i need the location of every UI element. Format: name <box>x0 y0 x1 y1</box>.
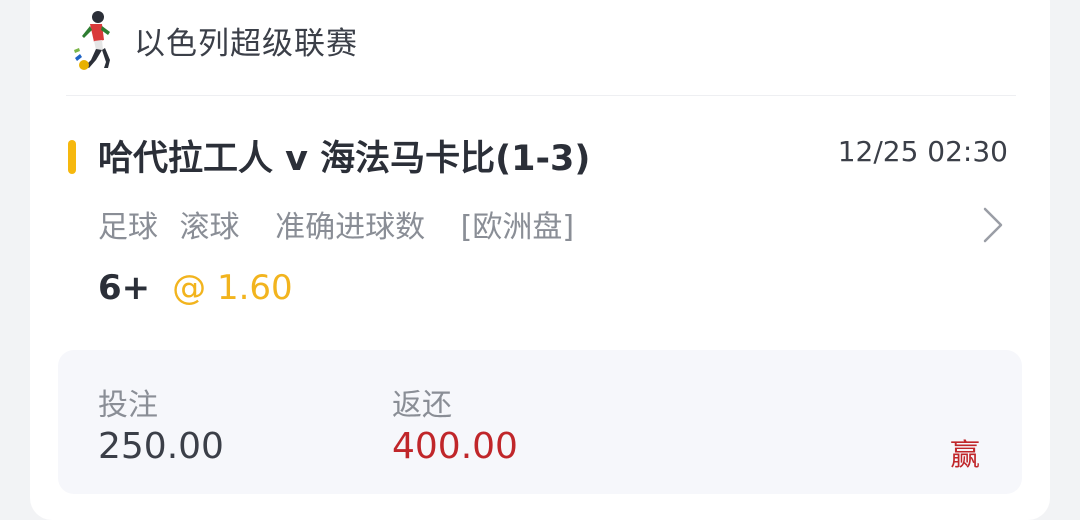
league-header: 以色列超级联赛 <box>72 10 358 70</box>
bet-card[interactable]: 以色列超级联赛 哈代拉工人 v 海法马卡比(1-3) 12/25 02:30 足… <box>30 0 1050 520</box>
stake-value: 250.00 <box>98 426 224 467</box>
market-label: 准确进球数 <box>275 210 426 245</box>
mode-label: 滚球 <box>179 210 240 245</box>
bet-summary: 投注 250.00 返还 400.00 赢 <box>58 350 1022 494</box>
market-line: 足球 滚球 准确进球数 [欧洲盘] <box>98 202 586 246</box>
return-value: 400.00 <box>392 426 518 467</box>
accent-bar <box>68 140 76 174</box>
return-label: 返还 <box>392 388 452 423</box>
selection-row: 6+ @ 1.60 <box>98 268 293 308</box>
match-time: 12/25 02:30 <box>837 135 1008 168</box>
sport-label: 足球 <box>98 210 158 245</box>
league-name: 以色列超级联赛 <box>134 25 358 62</box>
odds: @ 1.60 <box>172 268 293 308</box>
chevron-right-icon[interactable] <box>982 206 1004 244</box>
selection: 6+ <box>98 268 151 308</box>
odds-type-label: [欧洲盘] <box>460 210 575 245</box>
result-badge: 赢 <box>950 438 980 473</box>
soccer-player-icon <box>74 11 110 70</box>
stake-label: 投注 <box>98 388 158 423</box>
match-title[interactable]: 哈代拉工人 v 海法马卡比(1-3) <box>98 130 590 181</box>
divider <box>66 95 1016 96</box>
